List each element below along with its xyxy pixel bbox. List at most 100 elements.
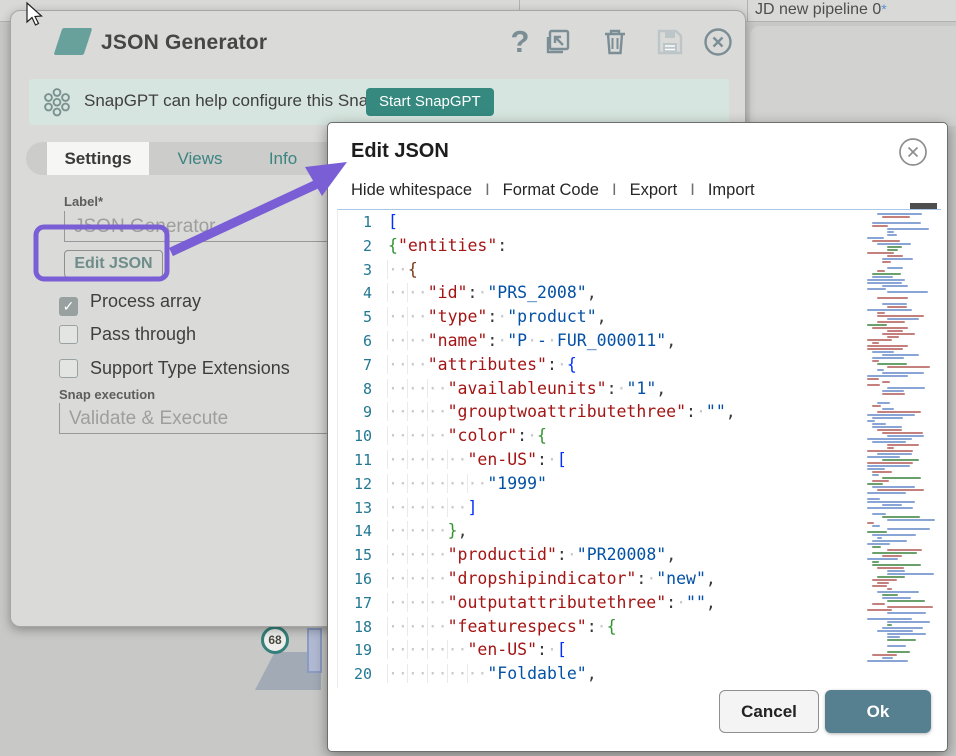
minimap-line bbox=[867, 384, 880, 386]
code-line[interactable]: 11········"en-US":·[ bbox=[338, 448, 941, 472]
minimap-line bbox=[882, 516, 920, 518]
minimap-line bbox=[877, 297, 908, 299]
code-line[interactable]: 2{"entities": bbox=[338, 234, 941, 258]
minimap-line bbox=[882, 555, 902, 557]
minimap-line bbox=[872, 540, 907, 542]
tab-views[interactable]: Views bbox=[165, 142, 235, 175]
checkbox-support-type-extensions[interactable] bbox=[59, 359, 78, 378]
minimap-line bbox=[887, 519, 935, 521]
line-number: 7 bbox=[338, 354, 388, 378]
minimap-line bbox=[887, 255, 903, 257]
minimap-line bbox=[887, 228, 929, 230]
minimap-line bbox=[872, 357, 904, 359]
minimap-line bbox=[872, 423, 886, 425]
snap-execution-select[interactable]: Validate & Execute bbox=[59, 403, 341, 434]
code-area[interactable]: 1[2{"entities":3··{4····"id":·"PRS_2008"… bbox=[338, 210, 941, 686]
pipeline-canvas[interactable] bbox=[750, 26, 956, 126]
cancel-button[interactable]: Cancel bbox=[719, 690, 819, 733]
code-line[interactable]: 10······"color":·{ bbox=[338, 424, 941, 448]
checkbox-process-array[interactable]: ✓ bbox=[59, 297, 78, 316]
code-line[interactable]: 5····"type":·"product", bbox=[338, 305, 941, 329]
close-icon[interactable] bbox=[702, 26, 734, 58]
minimap-line bbox=[867, 375, 908, 377]
delete-icon[interactable] bbox=[599, 26, 631, 58]
minimap-line bbox=[882, 261, 891, 263]
code-line[interactable]: 16······"dropshipindicator":·"new", bbox=[338, 567, 941, 591]
json-code-editor[interactable]: 1[2{"entities":3··{4····"id":·"PRS_2008"… bbox=[337, 209, 941, 688]
tab-info[interactable]: Info bbox=[254, 142, 312, 175]
minimap-line bbox=[867, 282, 902, 284]
label-field-input[interactable]: JSON Generator bbox=[64, 211, 346, 242]
minimap-line bbox=[872, 480, 889, 482]
code-line[interactable]: 13········] bbox=[338, 496, 941, 520]
line-number: 17 bbox=[338, 592, 388, 616]
snap-execution-label: Snap execution bbox=[59, 387, 155, 402]
toolbar-format-code[interactable]: Format Code bbox=[503, 181, 599, 199]
code-line[interactable]: 19········"en-US":·[ bbox=[338, 638, 941, 662]
ok-button[interactable]: Ok bbox=[825, 690, 931, 733]
minimap-line bbox=[867, 507, 913, 509]
minimap-line bbox=[882, 432, 923, 434]
help-icon[interactable]: ? bbox=[504, 26, 536, 58]
minimap-line bbox=[867, 501, 915, 503]
minimap-line bbox=[887, 234, 897, 236]
modal-close-icon[interactable] bbox=[897, 136, 929, 168]
snap-connector[interactable] bbox=[307, 628, 322, 673]
code-line[interactable]: 8······"availableunits":·"1", bbox=[338, 377, 941, 401]
code-line[interactable]: 17······"outputattributethree":·"", bbox=[338, 591, 941, 615]
edit-json-button[interactable]: Edit JSON bbox=[64, 250, 163, 278]
code-line[interactable]: 3··{ bbox=[338, 258, 941, 282]
snaplogic-designer: { "page": { "background_tab_label": "JD … bbox=[0, 0, 956, 756]
minimap-line bbox=[872, 564, 921, 566]
minimap-line bbox=[877, 243, 911, 245]
pipeline-tab[interactable]: JD new pipeline 0* bbox=[755, 1, 887, 19]
line-number: 8 bbox=[338, 378, 388, 402]
line-number: 15 bbox=[338, 544, 388, 568]
minimap-line bbox=[877, 321, 905, 323]
minimap-line bbox=[882, 354, 919, 356]
minimap-line bbox=[877, 630, 913, 632]
code-line[interactable]: 1[ bbox=[338, 210, 941, 234]
code-line[interactable]: 4····"id":·"PRS_2008", bbox=[338, 281, 941, 305]
toolbar-import[interactable]: Import bbox=[708, 181, 755, 199]
line-number: 1 bbox=[338, 211, 388, 235]
toolbar-export[interactable]: Export bbox=[630, 181, 678, 199]
minimap-line bbox=[877, 567, 904, 569]
code-line[interactable]: 14······}, bbox=[338, 519, 941, 543]
minimap-line bbox=[872, 552, 917, 554]
modal-title: Edit JSON bbox=[351, 140, 449, 163]
minimap-line bbox=[867, 288, 886, 290]
code-line[interactable]: 20··········"Foldable", bbox=[338, 662, 941, 686]
start-snapgpt-button[interactable]: Start SnapGPT bbox=[366, 88, 494, 116]
line-number: 16 bbox=[338, 568, 388, 592]
export-icon[interactable] bbox=[542, 26, 574, 58]
minimap-line bbox=[882, 372, 924, 374]
minimap-line bbox=[872, 276, 893, 278]
code-line[interactable]: 18······"featurespecs":·{ bbox=[338, 615, 941, 639]
minimap-line bbox=[867, 324, 887, 326]
line-number: 13 bbox=[338, 497, 388, 521]
minimap-line bbox=[872, 654, 897, 656]
toolbar-hide-whitespace[interactable]: Hide whitespace bbox=[351, 181, 472, 199]
minimap-line bbox=[887, 639, 916, 641]
code-line[interactable]: 15······"productid":·"PR20008", bbox=[338, 543, 941, 567]
editor-scrollbar[interactable] bbox=[910, 203, 937, 209]
minimap-line bbox=[872, 525, 880, 527]
line-number: 19 bbox=[338, 639, 388, 663]
minimap-line bbox=[867, 609, 892, 611]
minimap-line bbox=[867, 483, 883, 485]
minimap-line bbox=[877, 402, 890, 404]
code-line[interactable]: 6····"name":·"P·-·FUR_000011", bbox=[338, 329, 941, 353]
tab-settings[interactable]: Settings bbox=[47, 142, 149, 175]
minimap-line bbox=[887, 318, 919, 320]
minimap-line bbox=[872, 351, 894, 353]
minimap-line bbox=[867, 465, 910, 467]
code-line[interactable]: 7····"attributes":·{ bbox=[338, 353, 941, 377]
minimap-line bbox=[867, 378, 879, 380]
minimap-line bbox=[887, 549, 922, 551]
code-line[interactable]: 12··········"1999" bbox=[338, 472, 941, 496]
minimap-line bbox=[877, 213, 922, 215]
checkbox-pass-through[interactable] bbox=[59, 325, 78, 344]
editor-minimap[interactable] bbox=[867, 213, 931, 671]
code-line[interactable]: 9······"grouptwoattributethree":·"", bbox=[338, 400, 941, 424]
